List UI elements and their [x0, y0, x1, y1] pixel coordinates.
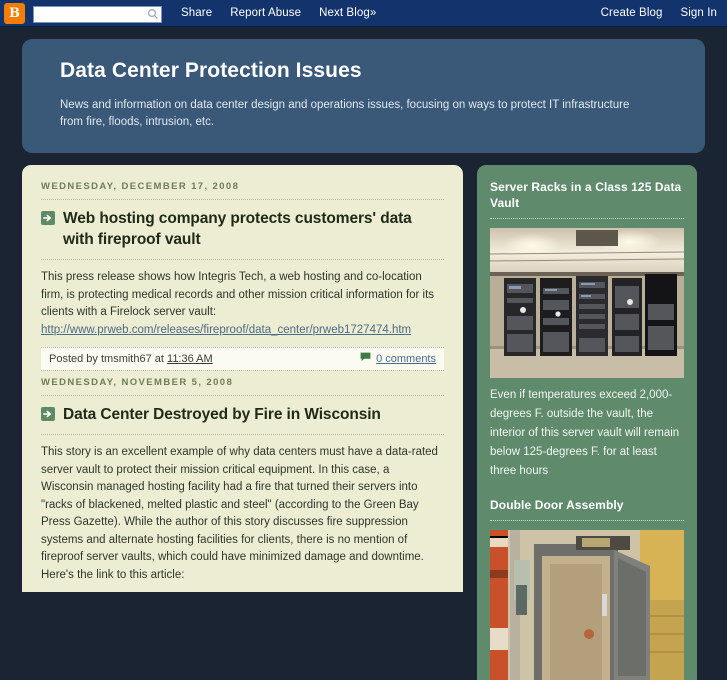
page-title: Data Center Protection Issues: [60, 59, 362, 82]
post-external-link[interactable]: http://www.prweb.com/releases/fireproof/…: [41, 324, 411, 336]
divider: [490, 218, 684, 219]
arrow-right-icon: [41, 211, 55, 225]
sidebar-widget-double-door: Double Door Assembly: [490, 497, 684, 680]
post-title-row[interactable]: Data Center Destroyed by Fire in Wiscons…: [41, 396, 444, 434]
post-body: This story is an excellent example of wh…: [41, 435, 444, 592]
comment-bubble-icon: [360, 352, 371, 365]
nav-link-create-blog[interactable]: Create Blog: [601, 7, 663, 19]
page-wrapper: Data Center Protection Issues News and i…: [0, 27, 727, 680]
post-title[interactable]: Data Center Destroyed by Fire in Wiscons…: [63, 404, 381, 425]
main-content-column: WEDNESDAY, DECEMBER 17, 2008 Web hosting…: [22, 165, 463, 592]
post-timestamp[interactable]: 11:36 AM: [167, 353, 213, 365]
content-columns: WEDNESDAY, DECEMBER 17, 2008 Web hosting…: [22, 165, 705, 680]
nav-link-next-blog[interactable]: Next Blog»: [319, 7, 376, 19]
blog-description: News and information on data center desi…: [60, 99, 630, 128]
post-date: WEDNESDAY, NOVEMBER 5, 2008: [41, 377, 234, 388]
widget-title: Server Racks in a Class 125 Data Vault: [490, 180, 682, 210]
navbar-links: Share Report Abuse Next Blog»: [181, 7, 601, 19]
arrow-right-icon: [41, 407, 55, 421]
nav-link-share[interactable]: Share: [181, 7, 212, 19]
blogger-logo-icon[interactable]: B: [4, 2, 25, 24]
post-date: WEDNESDAY, DECEMBER 17, 2008: [41, 181, 240, 192]
widget-title: Double Door Assembly: [490, 498, 624, 512]
navbar-search[interactable]: [33, 5, 162, 23]
comments-link[interactable]: 0 comments: [376, 353, 436, 365]
navbar-account-links: Create Blog Sign In: [601, 7, 717, 19]
divider: [490, 520, 684, 521]
post-body: This press release shows how Integris Te…: [41, 260, 444, 347]
sidebar: Server Racks in a Class 125 Data Vault E…: [477, 165, 697, 680]
double-door-assembly-photo[interactable]: [490, 530, 684, 680]
blog-post: WEDNESDAY, NOVEMBER 5, 2008 Data Center …: [41, 373, 444, 592]
post-body-text: This story is an excellent example of wh…: [41, 446, 438, 581]
nav-link-sign-in[interactable]: Sign In: [680, 7, 717, 19]
nav-link-report-abuse[interactable]: Report Abuse: [230, 7, 301, 19]
post-title[interactable]: Web hosting company protects customers' …: [63, 208, 444, 250]
post-body-text: This press release shows how Integris Te…: [41, 271, 435, 318]
server-racks-photo[interactable]: [490, 228, 684, 378]
blog-header-banner: Data Center Protection Issues News and i…: [22, 39, 705, 153]
blogger-navbar: B Share Report Abuse Next Blog» Create B…: [0, 0, 727, 27]
post-footer: Posted by tmsmith67 at 11:36 AM 0 commen…: [41, 347, 444, 371]
blog-post: WEDNESDAY, DECEMBER 17, 2008 Web hosting…: [41, 177, 444, 371]
post-comments[interactable]: 0 comments: [360, 352, 436, 365]
sidebar-widget-server-racks: Server Racks in a Class 125 Data Vault E…: [490, 179, 684, 481]
widget-caption: Even if temperatures exceed 2,000-degree…: [490, 389, 680, 477]
post-byline: Posted by tmsmith67 at 11:36 AM: [49, 353, 213, 365]
post-author-label: Posted by tmsmith67 at: [49, 352, 164, 365]
search-input[interactable]: [33, 6, 162, 23]
blogger-logo-letter: B: [9, 5, 20, 21]
post-title-row[interactable]: Web hosting company protects customers' …: [41, 200, 444, 259]
